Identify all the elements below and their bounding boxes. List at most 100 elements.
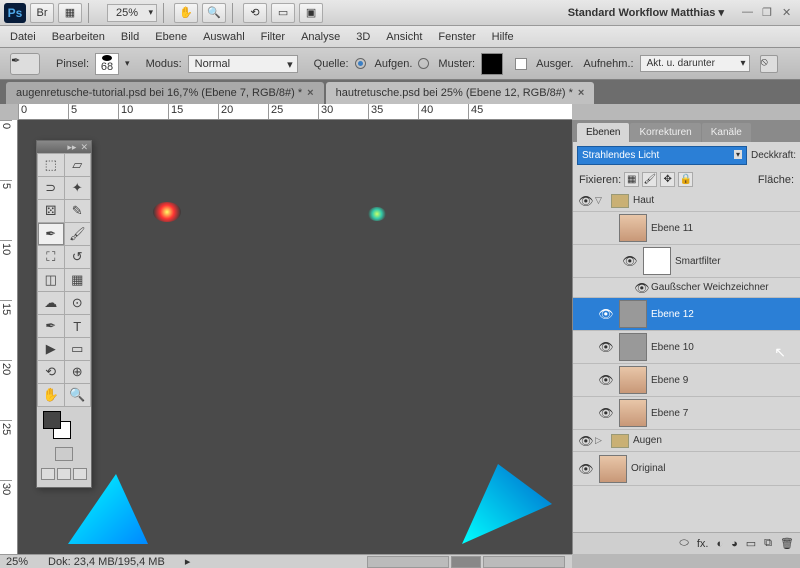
quickselect-tool[interactable]: ✦	[65, 177, 91, 199]
lock-pixels-icon[interactable]: 🖌	[642, 172, 657, 187]
move-tool[interactable]: ⬚	[38, 154, 64, 176]
crop-tool[interactable]: ⚄	[38, 200, 64, 222]
status-doc-size[interactable]: Dok: 23,4 MB/195,4 MB	[48, 556, 165, 568]
window-minimize-icon[interactable]: —	[742, 6, 756, 20]
menu-3d[interactable]: 3D	[356, 31, 370, 43]
disclosure-arrow-icon[interactable]: ▷	[595, 435, 607, 446]
lock-all-icon[interactable]: 🔒	[678, 172, 693, 187]
layer-action-icon[interactable]: fx.	[697, 538, 709, 550]
layer-name[interactable]: Augen	[633, 435, 796, 446]
layer-name[interactable]: Haut	[633, 195, 796, 206]
menu-bearbeiten[interactable]: Bearbeiten	[52, 31, 105, 43]
layer-row[interactable]: 👁▷Augen	[573, 430, 800, 452]
rotate-view-button[interactable]: ⟲	[243, 3, 267, 23]
visibility-eye-icon[interactable]: 👁	[597, 373, 615, 387]
eraser-tool[interactable]: ◫	[38, 269, 64, 291]
stamp-tool[interactable]: ⛶	[38, 246, 64, 268]
layer-name[interactable]: Ebene 11	[651, 223, 796, 234]
lock-transparent-icon[interactable]: ▦	[624, 172, 639, 187]
zoom-tool-button[interactable]: 🔍	[202, 3, 226, 23]
smartfilter-mask-thumb[interactable]	[643, 247, 671, 275]
path-select-tool[interactable]: ▶	[38, 338, 64, 360]
blend-mode-dropdown[interactable]: Normal	[188, 55, 298, 73]
layer-row[interactable]: 👁 Ebene 9	[573, 364, 800, 397]
visibility-eye-icon[interactable]: 👁	[597, 340, 615, 354]
horizontal-scrollbar[interactable]	[366, 556, 566, 568]
layer-row[interactable]: Ebene 11	[573, 212, 800, 245]
menu-hilfe[interactable]: Hilfe	[492, 31, 514, 43]
sample-dropdown[interactable]: Akt. u. darunter	[640, 55, 750, 72]
layer-name[interactable]: Smartfilter	[675, 256, 796, 267]
screenmode-buttons[interactable]	[37, 465, 91, 487]
layer-name[interactable]: Ebene 7	[651, 408, 796, 419]
pen-tool[interactable]: ✒	[38, 315, 64, 337]
document-tab[interactable]: augenretusche-tutorial.psd bei 16,7% (Eb…	[6, 82, 324, 104]
hand-tool[interactable]: ✋	[38, 384, 64, 406]
layer-thumbnail[interactable]	[619, 300, 647, 328]
menu-ebene[interactable]: Ebene	[155, 31, 187, 43]
close-tab-icon[interactable]: ×	[307, 87, 313, 99]
bridge-button[interactable]: Br	[30, 3, 54, 23]
layer-thumbnail[interactable]	[619, 333, 647, 361]
layer-name[interactable]: Gaußscher Weichzeichner	[651, 282, 796, 293]
current-tool-icon[interactable]: ✒	[10, 53, 40, 75]
layer-name[interactable]: Original	[631, 463, 796, 474]
layer-action-icon[interactable]: ◕	[731, 538, 738, 550]
layer-action-icon[interactable]: ⬭	[679, 537, 688, 550]
marquee-tool[interactable]: ▱	[65, 154, 91, 176]
visibility-eye-icon[interactable]: 👁	[633, 281, 651, 295]
layer-action-icon[interactable]: ⧉	[764, 537, 772, 550]
window-close-icon[interactable]: ✕	[782, 6, 796, 20]
layer-thumbnail[interactable]	[619, 366, 647, 394]
panel-header[interactable]: ▸▸✕	[37, 141, 91, 153]
source-sampled-radio[interactable]	[355, 58, 366, 69]
zoom-dropdown[interactable]: 25%	[107, 4, 157, 22]
close-tab-icon[interactable]: ×	[578, 87, 584, 99]
panel-tab-kanäle[interactable]: Kanäle	[702, 123, 751, 142]
brush-preset-picker[interactable]: 68	[95, 53, 119, 75]
color-swatches[interactable]	[37, 407, 91, 443]
layer-row[interactable]: 👁 Smartfilter	[573, 245, 800, 278]
layer-name[interactable]: Ebene 9	[651, 375, 796, 386]
blur-tool[interactable]: ☁	[38, 292, 64, 314]
panel-tab-ebenen[interactable]: Ebenen	[577, 123, 629, 142]
menu-ansicht[interactable]: Ansicht	[386, 31, 422, 43]
document-tab[interactable]: hautretusche.psd bei 25% (Ebene 12, RGB/…	[326, 82, 595, 104]
layer-action-icon[interactable]: ◐	[716, 538, 723, 550]
ignore-adjust-icon[interactable]: ⦸	[760, 55, 778, 73]
panel-tab-korrekturen[interactable]: Korrekturen	[630, 123, 700, 142]
menu-analyse[interactable]: Analyse	[301, 31, 340, 43]
layer-action-icon[interactable]: ▭	[746, 537, 756, 550]
menu-filter[interactable]: Filter	[261, 31, 285, 43]
gradient-tool[interactable]: ▦	[65, 269, 91, 291]
quickmask-toggle[interactable]	[37, 443, 91, 465]
layer-row[interactable]: 👁Gaußscher Weichzeichner	[573, 278, 800, 298]
layer-row[interactable]: 👁Ebene 12	[573, 298, 800, 331]
hand-tool-button[interactable]: ✋	[174, 3, 198, 23]
window-restore-icon[interactable]: ❐	[762, 6, 776, 20]
layer-thumbnail[interactable]	[599, 455, 627, 483]
layer-row[interactable]: 👁Ebene 10	[573, 331, 800, 364]
3d-camera-tool[interactable]: ⊕	[65, 361, 91, 383]
history-brush-tool[interactable]: ↺	[65, 246, 91, 268]
visibility-eye-icon[interactable]: 👁	[577, 462, 595, 476]
visibility-eye-icon[interactable]: 👁	[621, 254, 639, 268]
minibridge-button[interactable]: ▦	[58, 3, 82, 23]
layer-action-icon[interactable]: 🗑	[780, 537, 794, 550]
3d-tool[interactable]: ⟲	[38, 361, 64, 383]
canvas[interactable]	[18, 120, 572, 554]
healing-brush-tool[interactable]: ✒	[38, 223, 64, 245]
eyedropper-tool[interactable]: ✎	[65, 200, 91, 222]
brush-tool[interactable]: 🖌	[65, 223, 91, 245]
shape-tool[interactable]: ▭	[65, 338, 91, 360]
workspace-switcher[interactable]: Standard Workflow Matthias ▾	[556, 6, 736, 19]
menu-bild[interactable]: Bild	[121, 31, 139, 43]
layer-thumbnail[interactable]	[619, 214, 647, 242]
lock-position-icon[interactable]: ✥	[660, 172, 675, 187]
visibility-eye-icon[interactable]: 👁	[597, 307, 615, 321]
menu-fenster[interactable]: Fenster	[438, 31, 475, 43]
layer-row[interactable]: 👁Ebene 7	[573, 397, 800, 430]
disclosure-arrow-icon[interactable]: ▽	[595, 195, 607, 206]
menu-auswahl[interactable]: Auswahl	[203, 31, 245, 43]
status-zoom[interactable]: 25%	[6, 556, 28, 568]
